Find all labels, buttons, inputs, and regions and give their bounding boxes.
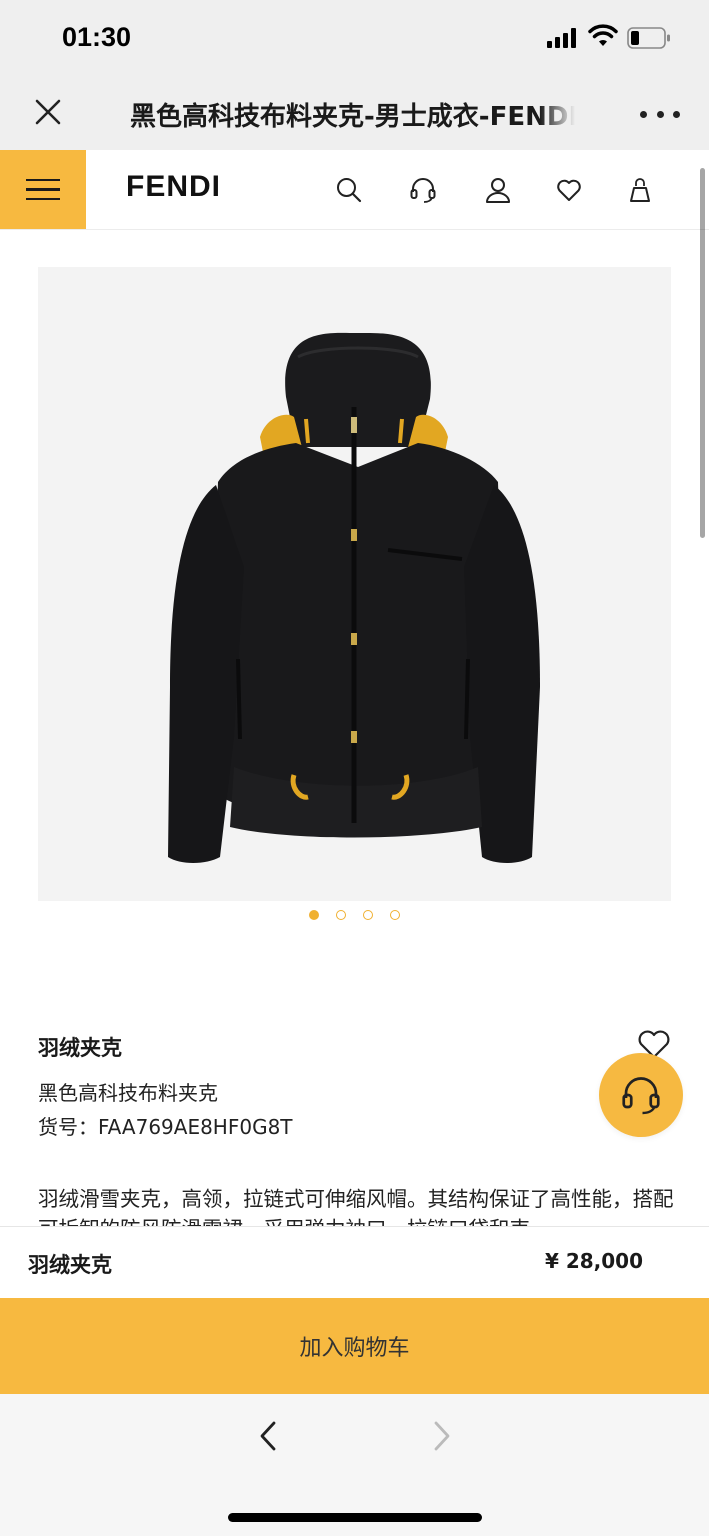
wifi-icon [588,24,618,46]
gallery-dot[interactable] [390,910,400,920]
headset-icon [622,1077,660,1115]
more-dot-icon [673,110,680,118]
shopping-bag-button[interactable] [625,175,655,205]
chevron-right-icon [434,1421,450,1451]
price-bar-product-name: 羽绒夹克 [28,1253,112,1277]
battery-icon [627,27,670,49]
headset-icon [410,178,436,203]
more-dot-icon [656,110,664,118]
search-icon [337,178,362,203]
jacket-illustration [168,332,540,863]
hamburger-line [26,197,60,201]
close-icon [35,99,61,125]
wishlist-button[interactable] [554,175,584,205]
scroll-indicator [700,168,705,538]
price: ¥ 28,000 [544,1249,643,1273]
search-button[interactable] [334,175,364,205]
gallery-pagination [0,910,709,924]
support-chat-button[interactable] [599,1053,683,1137]
bag-icon [630,178,650,202]
product-category: 羽绒夹克 [38,1036,122,1060]
close-button[interactable] [30,92,66,132]
more-options-button[interactable] [640,102,680,126]
gallery-dot[interactable] [309,910,319,920]
home-indicator [228,1513,482,1522]
brand-logo[interactable]: FENDI [126,170,221,204]
product-name: 黑色高科技布料夹克 [38,1081,218,1105]
hamburger-line [26,178,60,182]
gallery-dot[interactable] [363,910,373,920]
forward-button[interactable] [424,1418,458,1454]
status-time: 01:30 [62,22,132,52]
user-icon [486,178,510,203]
add-to-cart-button[interactable]: 加入购物车 [0,1298,709,1394]
more-dot-icon [640,110,647,118]
heart-icon [557,179,581,201]
hamburger-line [26,188,60,191]
gallery-dot[interactable] [336,910,346,920]
sku-label: 货号： [38,1115,98,1139]
customer-service-button[interactable] [408,175,438,205]
chevron-left-icon [260,1421,276,1451]
product-description: 羽绒滑雪夹克，高领，拉链式可伸缩风帽。其结构保证了高性能，搭配可拆卸的防风防滑雪… [38,1187,674,1226]
menu-button[interactable] [0,150,86,229]
product-image[interactable] [38,267,671,901]
product-sku: 货号：FAA769AE8HF0G8T [38,1111,293,1140]
back-button[interactable] [252,1418,286,1454]
cellular-signal-icon [547,28,579,48]
sku-value: FAA769AE8HF0G8T [98,1115,293,1139]
page-title: 黑色高科技布料夹克-男士成衣-FENDI [130,102,575,132]
account-button[interactable] [483,175,513,205]
